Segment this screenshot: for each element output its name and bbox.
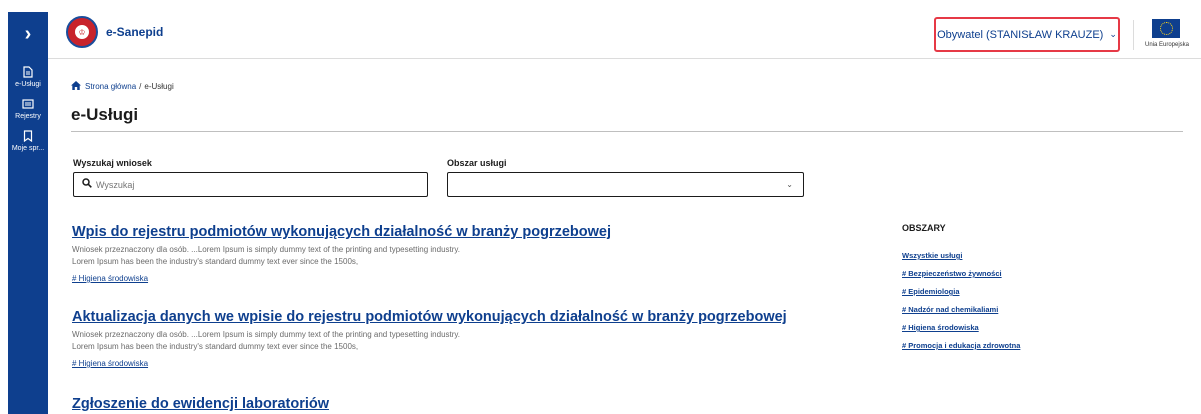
- service-title-link[interactable]: Aktualizacja danych we wpisie do rejestr…: [72, 309, 872, 325]
- area-link-food-safety[interactable]: # Bezpieczeństwo żywności: [902, 269, 1020, 278]
- area-select[interactable]: ⌄: [447, 172, 804, 197]
- eu-flag-icon: [1152, 19, 1180, 38]
- service-item: Aktualizacja danych we wpisie do rejestr…: [72, 309, 872, 371]
- area-link-epidemiology[interactable]: # Epidemiologia: [902, 287, 1020, 296]
- brand-name[interactable]: e-Sanepid: [106, 25, 163, 39]
- chevron-right-icon: ›: [24, 22, 32, 45]
- area-link-health-promotion[interactable]: # Promocja i edukacja zdrowotna: [902, 341, 1020, 350]
- breadcrumb-home-link[interactable]: Strona główna: [85, 82, 136, 91]
- sidebar-item-rejestry[interactable]: Rejestry: [8, 98, 48, 121]
- sidebar-item-label: Rejestry: [15, 113, 41, 120]
- area-link-chemicals[interactable]: # Nadzór nad chemikaliami: [902, 305, 1020, 314]
- area-link-environment-hygiene[interactable]: # Higiena środowiska: [902, 323, 1020, 332]
- sanepid-logo[interactable]: ♔: [66, 16, 98, 48]
- service-description-line: Lorem Ipsum has been the industry's stan…: [72, 257, 359, 266]
- eagle-emblem-icon: ♔: [74, 24, 90, 40]
- sidebar: › e-Usługi Rejestry Moje spr...: [8, 12, 48, 414]
- breadcrumb: Strona główna / e-Usługi: [71, 81, 174, 92]
- service-description: Wniosek przeznaczony dla osób. ...Lorem …: [72, 244, 872, 268]
- user-name: Obywatel (STANISŁAW KRAUZE): [937, 28, 1104, 41]
- search-label: Wyszukaj wniosek: [73, 158, 152, 168]
- user-menu-button[interactable]: Obywatel (STANISŁAW KRAUZE) ⌄: [934, 17, 1120, 52]
- service-description-line: Lorem Ipsum has been the industry's stan…: [72, 342, 359, 351]
- service-item: Wpis do rejestru podmiotów wykonujących …: [72, 224, 872, 286]
- areas-title: OBSZARY: [902, 223, 946, 233]
- sidebar-item-label: e-Usługi: [15, 81, 41, 88]
- search-icon: [82, 178, 92, 191]
- app-window: › e-Usługi Rejestry Moje spr... ♔ e-Sane…: [0, 0, 1201, 414]
- top-margin: [0, 0, 1201, 9]
- service-description-line: Wniosek przeznaczony dla osób. ...Lorem …: [72, 245, 461, 254]
- bookmark-icon: [23, 130, 33, 144]
- search-field[interactable]: [73, 172, 428, 197]
- breadcrumb-current: e-Usługi: [144, 82, 174, 91]
- breadcrumb-separator: /: [139, 82, 142, 91]
- search-input[interactable]: [96, 179, 416, 190]
- sidebar-item-e-uslugi[interactable]: e-Usługi: [8, 66, 48, 89]
- service-description-line: Wniosek przeznaczony dla osób. ...Lorem …: [72, 330, 461, 339]
- page-title: e-Usługi: [71, 105, 139, 124]
- service-description: Wniosek przeznaczony dla osób. ...Lorem …: [72, 329, 872, 353]
- sidebar-item-moje-sprawy[interactable]: Moje spr...: [8, 130, 48, 153]
- area-label: Obszar usługi: [447, 158, 507, 168]
- sidebar-toggle-button[interactable]: ›: [8, 12, 48, 56]
- home-icon: [71, 81, 81, 92]
- title-divider: [71, 131, 1183, 132]
- sidebar-item-label: Moje spr...: [11, 145, 45, 152]
- document-icon: [23, 66, 33, 80]
- header-divider: [1133, 20, 1134, 50]
- service-title-link[interactable]: Zgłoszenie do ewidencji laboratoriów: [72, 396, 872, 412]
- area-link-all[interactable]: Wszystkie usługi: [902, 251, 1020, 260]
- eu-label: Unia Europejska: [1144, 42, 1190, 48]
- service-title-link[interactable]: Wpis do rejestru podmiotów wykonujących …: [72, 224, 872, 240]
- top-header: ♔ e-Sanepid Obywatel (STANISŁAW KRAUZE) …: [48, 12, 1201, 59]
- service-tag-link[interactable]: # Higiena środowiska: [72, 274, 148, 283]
- areas-panel: OBSZARY Wszystkie usługi # Bezpieczeństw…: [902, 223, 1020, 359]
- service-item: Zgłoszenie do ewidencji laboratoriów: [72, 396, 872, 412]
- chevron-down-icon: ⌄: [1109, 29, 1117, 39]
- service-tag-link[interactable]: # Higiena środowiska: [72, 359, 148, 368]
- chevron-down-icon: ⌄: [786, 180, 793, 189]
- folder-icon: [22, 98, 34, 112]
